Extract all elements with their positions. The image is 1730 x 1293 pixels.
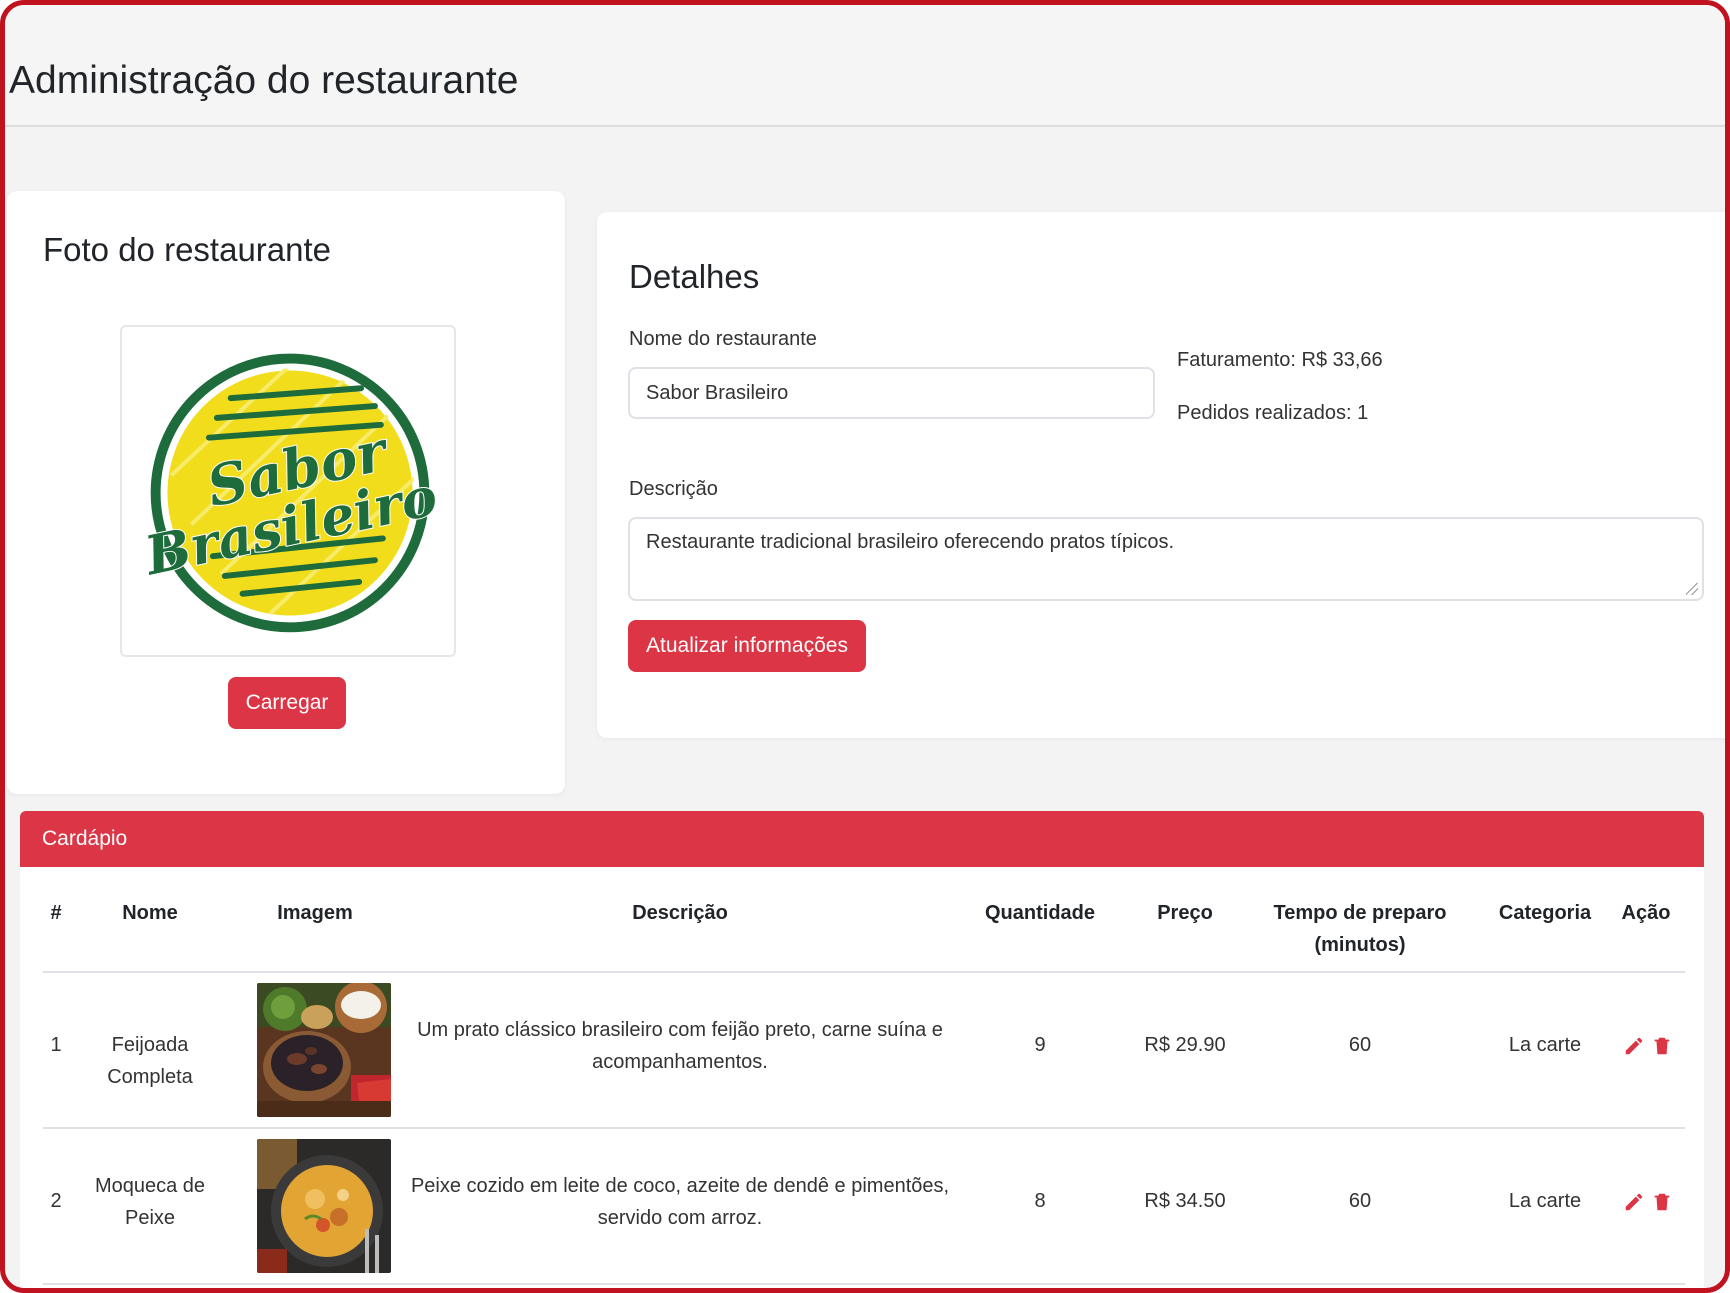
table-row-2-index: 2 xyxy=(50,1190,62,1212)
row-divider xyxy=(43,1127,1685,1129)
table-row-2-price: R$ 34.50 xyxy=(1144,1190,1226,1212)
table-row-1-price: R$ 29.90 xyxy=(1144,1034,1226,1056)
description-label: Descrição xyxy=(629,478,718,500)
dish-image-moqueca xyxy=(257,1139,391,1273)
revenue-text: Faturamento: R$ 33,66 xyxy=(1177,349,1383,371)
column-header-index: # xyxy=(50,902,62,924)
restaurant-name-label: Nome do restaurante xyxy=(629,328,817,350)
table-row-1-description: Um prato clássico brasileiro com feijão … xyxy=(417,1019,943,1073)
column-header-action: Ação xyxy=(1621,902,1671,924)
column-header-quantity: Quantidade xyxy=(984,902,1095,924)
menu-header: Cardápio xyxy=(20,811,1704,867)
table-row-2-quantity: 8 xyxy=(1034,1190,1046,1212)
menu-table: # Nome Imagem Descrição Quantidade Preço… xyxy=(20,867,1704,1288)
description-text: Restaurante tradicional brasileiro ofere… xyxy=(646,531,1175,553)
sabor-brasileiro-logo: Sabor Brasileiro xyxy=(137,353,444,633)
table-row-2-name: Moqueca de Peixe xyxy=(94,1175,206,1229)
update-info-button[interactable]: Atualizar informações xyxy=(628,620,866,672)
table-row-1-name: Feijoada Completa xyxy=(107,1034,193,1088)
menu-title: Cardápio xyxy=(42,827,128,850)
upload-photo-button[interactable]: Carregar xyxy=(228,677,346,729)
app-frame: Administração do restaurante Foto do res… xyxy=(0,0,1730,1293)
column-header-price: Preço xyxy=(1157,902,1213,924)
details-card: Detalhes Nome do restaurante Sabor Brasi… xyxy=(597,212,1725,738)
column-header-category: Categoria xyxy=(1498,902,1592,924)
restaurant-name-input[interactable]: Sabor Brasileiro xyxy=(628,367,1155,419)
column-header-name: Nome xyxy=(122,902,178,924)
orders-count-text: Pedidos realizados: 1 xyxy=(1177,402,1369,424)
column-header-prep-time: Tempo de preparo (minutos) xyxy=(1273,902,1447,956)
page-title: Administração do restaurante xyxy=(9,59,519,102)
trash-icon[interactable] xyxy=(1651,1191,1673,1213)
table-row-2-description: Peixe cozido em leite de coco, azeite de… xyxy=(410,1175,950,1229)
restaurant-logo: Sabor Brasileiro xyxy=(120,325,456,657)
dish-image-feijoada xyxy=(257,983,391,1117)
row-divider xyxy=(43,1283,1685,1285)
table-row-1-index: 1 xyxy=(50,1034,62,1056)
header-divider xyxy=(43,971,1685,973)
resize-handle-icon[interactable] xyxy=(1686,583,1698,595)
table-row-2-prep-time: 60 xyxy=(1348,1190,1372,1212)
table-row-1-category: La carte xyxy=(1508,1034,1582,1056)
table-row-1-prep-time: 60 xyxy=(1348,1034,1372,1056)
description-textarea[interactable]: Restaurante tradicional brasileiro ofere… xyxy=(628,517,1704,601)
table-row-2-category: La carte xyxy=(1508,1190,1582,1212)
edit-icon[interactable] xyxy=(1623,1191,1645,1213)
column-header-description: Descrição xyxy=(632,902,728,924)
column-header-image: Imagem xyxy=(277,902,353,924)
trash-icon[interactable] xyxy=(1651,1035,1673,1057)
navbar: Administração do restaurante xyxy=(5,5,1725,127)
photo-card-title: Foto do restaurante xyxy=(43,231,332,268)
edit-icon[interactable] xyxy=(1623,1035,1645,1057)
details-title: Detalhes xyxy=(629,258,760,295)
table-row-1-quantity: 9 xyxy=(1034,1034,1046,1056)
restaurant-photo-card: Foto do restaurante Sabor Brasileiro Car… xyxy=(7,191,565,794)
